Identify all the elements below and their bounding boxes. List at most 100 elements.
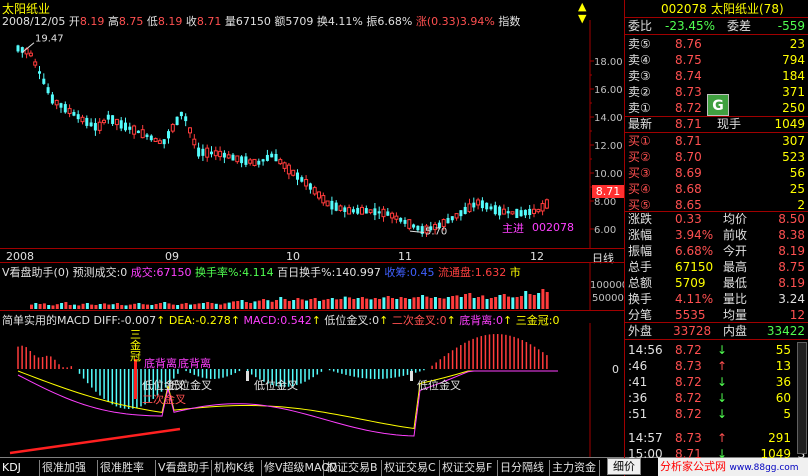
candle-body [446, 217, 450, 224]
stat-row: 换手 4.11% 量比 3.24 [625, 291, 808, 307]
candle-body [343, 207, 347, 212]
volume-bar [373, 298, 377, 309]
volume-indicator[interactable]: V看盘助手(0) 预测成交:0 成交:67150 换手率%:4.114 百日换手… [0, 262, 624, 311]
detail-button[interactable]: 细价 [607, 458, 641, 475]
tick-price: 8.73 [675, 359, 702, 373]
volume-bar [201, 303, 205, 309]
volume-bar [339, 299, 343, 309]
volume-bar [223, 303, 227, 309]
ask-row[interactable]: 卖③ 8.74 184 [625, 68, 808, 84]
ask-row[interactable]: 卖④ 8.75 794 [625, 52, 808, 68]
bid-volume: 56 [789, 166, 805, 180]
tick-row: 14:568.72↓55S [625, 342, 808, 358]
tab-10[interactable]: 主力资金 [550, 460, 600, 476]
bid-row[interactable]: 买① 8.71 307 [625, 133, 808, 149]
tab-4[interactable]: 机构K线 [212, 460, 262, 476]
volume-bar [545, 292, 549, 309]
candle-body [321, 195, 326, 204]
tab-2[interactable]: 很准胜率 [98, 460, 156, 476]
volume-bar [270, 301, 274, 309]
candle-body [157, 140, 162, 144]
bid-label: 买③ [628, 166, 651, 180]
scrollbar[interactable] [797, 342, 807, 454]
candle-body [476, 199, 481, 206]
candle-body [485, 202, 489, 210]
cell: 总手 [628, 260, 653, 274]
volume-bar [249, 303, 253, 309]
tick-vol: 36 [775, 375, 791, 389]
ask-volume: 794 [782, 53, 805, 67]
macd-indicator[interactable]: 简单实用的MACD DIFF:-0.007↑ DEA:-0.278↑ MACD:… [0, 310, 624, 458]
tab-3[interactable]: V看盘助手 [156, 460, 212, 476]
volume-bar [515, 297, 519, 309]
candle-body [16, 45, 20, 52]
candle-body [463, 206, 467, 214]
volume-bar [403, 298, 407, 309]
cell: 均价 [723, 212, 748, 226]
volume-bar [47, 305, 51, 309]
volume-bar [438, 298, 442, 309]
volume-bar [412, 297, 416, 309]
tick-time: :36 [628, 391, 648, 405]
cell: 8.75 [778, 260, 805, 274]
bid-row[interactable]: 买③ 8.69 56 [625, 165, 808, 181]
candle-body [394, 215, 399, 220]
bid-row[interactable]: 买② 8.70 523 [625, 149, 808, 165]
candle-body [42, 78, 46, 84]
cell: -23.45% [665, 19, 716, 33]
volume-bar [348, 297, 352, 309]
volume-bar [399, 297, 403, 309]
candle-body [412, 224, 416, 228]
candle-body [97, 121, 102, 131]
volume-bar [317, 301, 321, 309]
volume-bar [481, 295, 485, 309]
tick-row: :368.72↓60S [625, 390, 808, 406]
candle-body [80, 116, 85, 123]
bid-row[interactable]: 买④ 8.68 25 [625, 181, 808, 197]
volume-bar [176, 305, 180, 309]
tab-0[interactable]: KDJ [0, 460, 40, 476]
tab-9[interactable]: 日分隔线 [498, 460, 550, 476]
candle-body [67, 108, 72, 115]
volume-bar [468, 293, 472, 309]
kline-chart[interactable]: 太阳纸业 ▲ ▼ 2008/12/05 开8.19 高8.75 低8.19 收8… [0, 0, 624, 248]
candle-body [519, 210, 523, 217]
tab-1[interactable]: 很准加强 [40, 460, 98, 476]
signal-marker [410, 371, 413, 381]
cell: 量比 [723, 292, 748, 306]
volume-bar [425, 296, 429, 309]
candle-body [381, 208, 386, 218]
candle-body [296, 172, 299, 180]
candle-body [184, 116, 188, 122]
candle-body [282, 162, 287, 169]
volume-bar [206, 302, 210, 309]
candle-body [454, 213, 459, 219]
volume-bar [150, 305, 154, 309]
candle-body [472, 202, 476, 208]
dbl-label-2: 底背离 [178, 357, 211, 370]
order-ratio: 委比 -23.45% 委差 -559 [625, 18, 808, 34]
max-label: 19.47 [35, 33, 64, 44]
volume-bar [236, 301, 240, 309]
volume-bar [421, 295, 425, 309]
tab-6[interactable]: 权证交易B [324, 460, 382, 476]
ask-volume: 23 [789, 37, 805, 51]
volume-bar [81, 303, 85, 309]
cell: 最新 [628, 117, 653, 131]
volume-bar [386, 296, 390, 309]
tick-arrow-icon: ↓ [717, 407, 728, 421]
ask-row[interactable]: 卖⑤ 8.76 23 [625, 36, 808, 52]
tab-5[interactable]: 修V超级MACD [262, 460, 338, 476]
tab-7[interactable]: 权证交易C [382, 460, 440, 476]
cell: 委差 [727, 19, 752, 33]
tick-time: 14:57 [628, 431, 663, 445]
quote-panel: 002078 太阳纸业(78) 委比 -23.45% 委差 -559 卖⑤ 8.76 23 卖④ 8… [607, 0, 808, 476]
tab-8[interactable]: 权证交易F [440, 460, 498, 476]
volume-bar [42, 303, 46, 309]
candle-body [38, 71, 41, 74]
g-icon[interactable]: G [707, 94, 729, 116]
volume-bar [163, 302, 167, 309]
candle-body [106, 114, 110, 120]
ask-label: 卖④ [628, 53, 651, 67]
cell: 8.19 [778, 276, 805, 290]
